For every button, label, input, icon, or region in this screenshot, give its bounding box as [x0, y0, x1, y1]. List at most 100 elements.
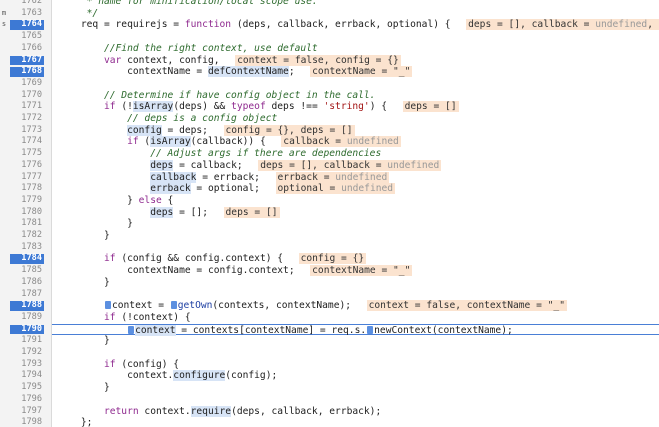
- line-number[interactable]: 1789: [8, 312, 44, 324]
- line-number[interactable]: 1794: [8, 370, 44, 382]
- current-execution-line: context = contexts[contextName] = req.s.…: [52, 323, 659, 336]
- code-text: (config) {: [115, 358, 180, 370]
- inline-value-text: context = false, config = {}: [237, 54, 399, 66]
- line-number[interactable]: 1783: [8, 242, 44, 254]
- side-marker: m: [1, 8, 7, 17]
- code-text: }: [52, 335, 110, 347]
- line-number[interactable]: 1781: [8, 218, 44, 230]
- inline-variable-value: context = false, config = {}: [235, 54, 401, 66]
- code-text: (: [138, 136, 151, 148]
- line-number[interactable]: 1766: [8, 43, 44, 55]
- line-number[interactable]: 1762: [8, 0, 44, 8]
- code-line: var context, config, context = false, co…: [52, 54, 659, 67]
- line-number[interactable]: 1796: [8, 394, 44, 406]
- line-number[interactable]: 1763: [8, 8, 44, 20]
- line-number[interactable]: 1773: [8, 125, 44, 137]
- line-number[interactable]: 1776: [8, 160, 44, 172]
- code-text: contextName = config.context;: [52, 265, 307, 277]
- line-number[interactable]: 1793: [8, 359, 44, 371]
- line-number[interactable]: 1782: [8, 230, 44, 242]
- line-number[interactable]: 1798: [8, 417, 44, 427]
- line-number[interactable]: 1765: [8, 31, 44, 43]
- line-number[interactable]: 1769: [8, 78, 44, 90]
- line-number[interactable]: 1785: [8, 265, 44, 277]
- highlighted-identifier: context: [135, 324, 176, 336]
- breakpoint-line-number[interactable]: 1767: [8, 55, 44, 67]
- code-line: } else {: [52, 195, 659, 207]
- inline-variable-value: deps = [], callback = undefined: [258, 159, 442, 171]
- code-text: (config);: [225, 370, 278, 382]
- breakpoint-line-number[interactable]: 1768: [8, 66, 44, 78]
- code-keyword: var: [103, 54, 122, 66]
- line-number-gutter[interactable]: 1762 1763 1764 1765 1766 1767 1768 1769 1770 1771…: [8, 0, 52, 427]
- source-editor[interactable]: ms 1762 1763 1764 1765 1766 1767 1768 1769 1770 1…: [0, 0, 659, 427]
- inline-breakpoint-icon[interactable]: [104, 301, 111, 310]
- code-text: = [];: [173, 206, 220, 218]
- code-text: (deps) &&: [173, 101, 232, 113]
- code-line: if (config && config.context) { config =…: [52, 253, 659, 265]
- code-line: // Adjust args if there are dependencies: [52, 148, 659, 160]
- inline-breakpoint-icon[interactable]: [128, 325, 135, 334]
- code-comment: //Find the right context, use default: [52, 42, 318, 54]
- code-comment: */: [52, 7, 99, 19]
- code-text: newContext(contextName);: [374, 324, 513, 336]
- code-text: = errback;: [196, 171, 272, 183]
- line-number[interactable]: 1779: [8, 195, 44, 207]
- code-text: deps !==: [265, 101, 324, 113]
- code-area[interactable]: * name for minification/local scope use.…: [52, 0, 659, 427]
- line-number[interactable]: 1795: [8, 382, 44, 394]
- inline-value-text: callback =: [283, 136, 347, 148]
- inline-value-text: optional =: [277, 183, 342, 195]
- inline-variable-value: deps = []: [223, 206, 280, 218]
- line-number[interactable]: 1786: [8, 277, 44, 289]
- line-number[interactable]: 1797: [8, 406, 44, 418]
- line-number[interactable]: 1774: [8, 136, 44, 148]
- code-line: context.configure(config);: [52, 370, 659, 382]
- code-comment: // Determine if have config object in th…: [52, 89, 376, 101]
- highlighted-identifier: require: [190, 405, 232, 417]
- line-number[interactable]: 1771: [8, 101, 44, 113]
- code-line: context = getOwn(contexts, contextName);…: [52, 300, 659, 312]
- line-number[interactable]: 1772: [8, 113, 44, 125]
- code-text: ) {: [369, 101, 399, 113]
- code-line: if (!context) {: [52, 312, 659, 324]
- inline-breakpoint-icon[interactable]: [367, 325, 374, 334]
- inline-value-text: deps = [], callback =: [468, 19, 596, 31]
- line-number[interactable]: 1770: [8, 90, 44, 102]
- code-text: (deps, callback, errback, optional) {: [231, 19, 463, 31]
- code-line: // deps is a config object: [52, 113, 659, 125]
- code-line: contextName = defContextName; contextNam…: [52, 66, 659, 78]
- line-number[interactable]: 1780: [8, 207, 44, 219]
- inline-breakpoint-icon[interactable]: [170, 301, 177, 310]
- line-number[interactable]: 1775: [8, 148, 44, 160]
- line-number[interactable]: 1791: [8, 335, 44, 347]
- line-number[interactable]: 1792: [8, 347, 44, 359]
- code-line: contextName = config.context; contextNam…: [52, 265, 659, 277]
- line-number[interactable]: 1778: [8, 183, 44, 195]
- code-line: deps = callback; deps = [], callback = u…: [52, 159, 659, 172]
- code-keyword: if: [127, 136, 139, 148]
- code-text: (deps, callback, errback);: [231, 405, 382, 417]
- code-text: (config && config.context) {: [115, 253, 295, 265]
- code-line: if (isArray(callback)) { callback = unde…: [52, 136, 659, 148]
- breakpoint-line-number[interactable]: 1764: [8, 19, 44, 31]
- code-text: }: [52, 276, 110, 288]
- inline-value-undefined: undefined: [341, 183, 394, 195]
- line-number[interactable]: 1777: [8, 172, 44, 184]
- inline-variable-value: deps = []: [402, 101, 459, 113]
- breakpoint-line-number[interactable]: 1790: [8, 324, 44, 336]
- inline-variable-value: optional = undefined: [275, 183, 396, 195]
- line-number[interactable]: 1787: [8, 289, 44, 301]
- inline-value-text: deps = [], callback =: [260, 159, 388, 171]
- code-text: = optional;: [190, 183, 272, 195]
- breakpoint-line-number[interactable]: 1784: [8, 253, 44, 265]
- breakpoint-line-number[interactable]: 1788: [8, 300, 44, 312]
